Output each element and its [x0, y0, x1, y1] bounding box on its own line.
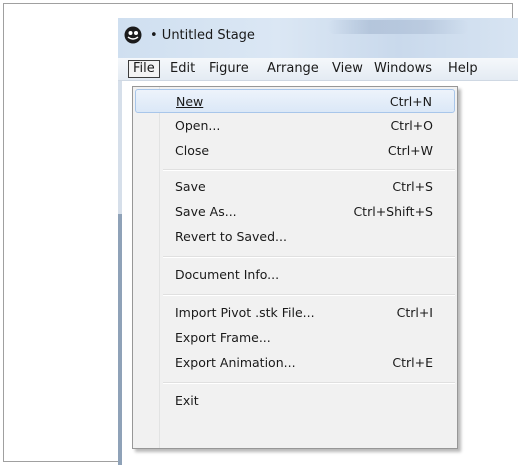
menu-item-export-frame[interactable]: Export Frame... [135, 326, 455, 350]
menu-item-shortcut: Ctrl+O [390, 118, 433, 133]
menu-item-label: Export Frame... [175, 330, 271, 345]
menu-item-new[interactable]: New Ctrl+N [135, 89, 455, 113]
menu-item-label: Revert to Saved... [175, 229, 287, 244]
menu-item-shortcut: Ctrl+W [387, 143, 433, 158]
menu-item-label: New [176, 94, 204, 109]
menu-separator [163, 169, 455, 171]
app-window: • Untitled Stage File Edit Figure Arrang… [118, 18, 518, 465]
menu-item-revert-to-saved[interactable]: Revert to Saved... [135, 225, 455, 249]
menu-separator [163, 256, 455, 258]
canvas-edge-shadow [118, 214, 122, 465]
menu-windows[interactable]: Windows [370, 60, 436, 78]
menu-item-label: Document Info... [175, 267, 280, 282]
menu-item-exit[interactable]: Exit [135, 389, 455, 413]
menu-separator [163, 382, 455, 384]
menu-file[interactable]: File [128, 60, 160, 78]
menu-item-save[interactable]: Save Ctrl+S [135, 175, 455, 199]
menu-item-label: Import Pivot .stk File... [175, 305, 315, 320]
menu-item-shortcut: Ctrl+Shift+S [353, 204, 433, 219]
menu-item-label: Exit [175, 393, 199, 408]
menu-bar: File Edit Figure Arrange View Windows He… [118, 58, 518, 81]
title-bar[interactable]: • Untitled Stage [118, 18, 518, 58]
pivot-stickfigure-icon[interactable] [124, 26, 142, 44]
menu-item-close[interactable]: Close Ctrl+W [135, 139, 455, 163]
menu-arrange[interactable]: Arrange [263, 60, 323, 78]
menu-item-label: Save As... [175, 204, 237, 219]
window-title: • Untitled Stage [150, 28, 255, 43]
title-bar-glass-blur [328, 20, 468, 34]
menu-edit[interactable]: Edit [166, 60, 199, 78]
menu-item-label: Open... [175, 118, 221, 133]
menu-item-label: Close [175, 143, 210, 158]
menu-item-save-as[interactable]: Save As... Ctrl+Shift+S [135, 200, 455, 224]
menu-item-label: Save [175, 179, 206, 194]
menu-view[interactable]: View [328, 60, 367, 78]
menu-item-import-pivot-stk[interactable]: Import Pivot .stk File... Ctrl+I [135, 301, 455, 325]
menu-item-open[interactable]: Open... Ctrl+O [135, 114, 455, 138]
file-menu-dropdown: New Ctrl+N Open... Ctrl+O Close Ctrl+W S… [132, 86, 458, 449]
menu-item-shortcut: Ctrl+E [392, 355, 433, 370]
menu-item-label: Export Animation... [175, 355, 296, 370]
menu-item-shortcut: Ctrl+S [392, 179, 433, 194]
menu-item-shortcut: Ctrl+N [389, 94, 432, 109]
menu-help[interactable]: Help [444, 60, 482, 78]
menu-item-export-animation[interactable]: Export Animation... Ctrl+E [135, 351, 455, 375]
menu-item-document-info[interactable]: Document Info... [135, 263, 455, 287]
menu-item-shortcut: Ctrl+I [396, 305, 433, 320]
menu-figure[interactable]: Figure [205, 60, 253, 78]
menu-separator [163, 294, 455, 296]
